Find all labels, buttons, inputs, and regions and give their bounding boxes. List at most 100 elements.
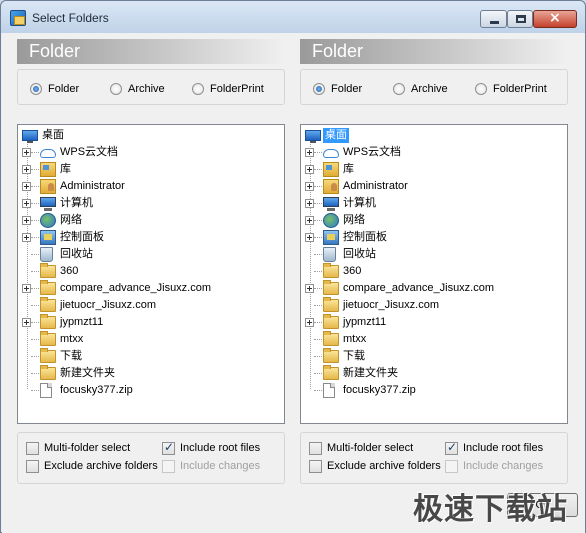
checkbox-icon[interactable] [26, 441, 39, 455]
expand-plus-icon[interactable] [305, 233, 314, 242]
expand-plus-icon[interactable] [22, 199, 31, 208]
expand-plus-icon[interactable] [305, 216, 314, 225]
checkbox-icon[interactable] [309, 441, 322, 455]
tree-item[interactable]: 桌面 [301, 127, 567, 144]
tree-item-label[interactable]: 桌面 [40, 128, 66, 143]
tree-item-label[interactable]: 控制面板 [58, 230, 106, 245]
checkbox-exclude-archive-folders[interactable]: Exclude archive folders [26, 459, 158, 473]
folder-tree[interactable]: 桌面 WPS云文档库 Administrator 计算机 网络 控制面板回收站 360 com… [17, 124, 285, 424]
tree-item-label[interactable]: jypmzt11 [341, 315, 388, 330]
tree-item[interactable]: Administrator [18, 178, 284, 195]
checkbox-exclude-archive-folders[interactable]: Exclude archive folders [309, 459, 441, 473]
checkbox-multi-folder-select[interactable]: Multi-folder select [309, 441, 413, 455]
tree-item[interactable]: 回收站 [18, 246, 284, 263]
radio-button-icon[interactable] [313, 83, 325, 95]
tree-item-label[interactable]: 控制面板 [341, 230, 389, 245]
tree-item-label[interactable]: focusky377.zip [58, 383, 135, 398]
tree-item-label[interactable]: Administrator [58, 179, 127, 194]
tree-item-label[interactable]: 下载 [58, 349, 84, 364]
maximize-button[interactable] [507, 10, 533, 28]
tree-item[interactable]: 下载 [18, 348, 284, 365]
tree-item-label[interactable]: mtxx [58, 332, 85, 347]
checkbox-icon[interactable] [445, 440, 458, 455]
tree-item[interactable]: 控制面板 [301, 229, 567, 246]
tree-item[interactable]: 控制面板 [18, 229, 284, 246]
tree-item-label[interactable]: 库 [341, 162, 356, 177]
expand-plus-icon[interactable] [22, 182, 31, 191]
expand-plus-icon[interactable] [305, 182, 314, 191]
tree-item-label[interactable]: 下载 [341, 349, 367, 364]
tree-item[interactable]: compare_advance_Jisuxz.com [18, 280, 284, 297]
radio-folder[interactable]: Folder [30, 82, 79, 96]
tree-item[interactable]: 回收站 [301, 246, 567, 263]
tree-item-label[interactable]: 库 [58, 162, 73, 177]
tree-item-label[interactable]: compare_advance_Jisuxz.com [58, 281, 213, 296]
expand-plus-icon[interactable] [22, 233, 31, 242]
tree-item-label[interactable]: 新建文件夹 [341, 366, 400, 381]
tree-item-label[interactable]: 桌面 [323, 128, 349, 143]
tree-item[interactable]: 360 [18, 263, 284, 280]
radio-button-icon[interactable] [393, 83, 405, 95]
expand-plus-icon[interactable] [22, 216, 31, 225]
tree-item[interactable]: 库 [18, 161, 284, 178]
radio-button-icon[interactable] [475, 83, 487, 95]
tree-item-label[interactable]: focusky377.zip [341, 383, 418, 398]
tree-item-label[interactable]: WPS云文档 [58, 145, 120, 160]
checkbox-icon[interactable] [26, 459, 39, 473]
tree-item[interactable]: 网络 [18, 212, 284, 229]
expand-plus-icon[interactable] [22, 318, 31, 327]
radio-folderprint[interactable]: FolderPrint [192, 82, 264, 96]
tree-item-label[interactable]: 计算机 [58, 196, 95, 211]
title-bar[interactable]: Select Folders × [1, 1, 585, 33]
expand-plus-icon[interactable] [305, 318, 314, 327]
tree-item[interactable]: 360 [301, 263, 567, 280]
radio-folderprint[interactable]: FolderPrint [475, 82, 547, 96]
tree-item[interactable]: mtxx [301, 331, 567, 348]
tree-item-label[interactable]: WPS云文档 [341, 145, 403, 160]
tree-item[interactable]: 库 [301, 161, 567, 178]
tree-item-label[interactable]: compare_advance_Jisuxz.com [341, 281, 496, 296]
tree-item-label[interactable]: Administrator [341, 179, 410, 194]
tree-item[interactable]: 桌面 [18, 127, 284, 144]
tree-item-label[interactable]: jietuocr_Jisuxz.com [58, 298, 158, 313]
tree-item[interactable]: 新建文件夹 [18, 365, 284, 382]
tree-item-label[interactable]: mtxx [341, 332, 368, 347]
checkbox-icon[interactable] [309, 459, 322, 473]
tree-item[interactable]: focusky377.zip [301, 382, 567, 399]
checkbox-icon[interactable] [162, 440, 175, 455]
expand-plus-icon[interactable] [305, 199, 314, 208]
radio-button-icon[interactable] [110, 83, 122, 95]
radio-button-icon[interactable] [30, 83, 42, 95]
tree-item-label[interactable]: 计算机 [341, 196, 378, 211]
expand-plus-icon[interactable] [22, 148, 31, 157]
tree-item[interactable]: jypmzt11 [18, 314, 284, 331]
tree-item-label[interactable]: 回收站 [58, 247, 95, 262]
checkbox-multi-folder-select[interactable]: Multi-folder select [26, 441, 130, 455]
tree-item[interactable]: focusky377.zip [18, 382, 284, 399]
radio-archive[interactable]: Archive [393, 82, 448, 96]
tree-item[interactable]: 下载 [301, 348, 567, 365]
tree-item[interactable]: mtxx [18, 331, 284, 348]
tree-item[interactable]: 网络 [301, 212, 567, 229]
tree-item[interactable]: compare_advance_Jisuxz.com [301, 280, 567, 297]
checkbox-include-root-files[interactable]: Include root files [162, 440, 260, 455]
expand-plus-icon[interactable] [305, 284, 314, 293]
tree-item-label[interactable]: 回收站 [341, 247, 378, 262]
tree-item[interactable]: jietuocr_Jisuxz.com [18, 297, 284, 314]
expand-plus-icon[interactable] [22, 284, 31, 293]
tree-item[interactable]: Administrator [301, 178, 567, 195]
tree-item-label[interactable]: 360 [58, 264, 80, 279]
expand-plus-icon[interactable] [22, 165, 31, 174]
tree-item-label[interactable]: 网络 [341, 213, 367, 228]
tree-item[interactable]: jietuocr_Jisuxz.com [301, 297, 567, 314]
tree-item-label[interactable]: 360 [341, 264, 363, 279]
radio-folder[interactable]: Folder [313, 82, 362, 96]
tree-item[interactable]: jypmzt11 [301, 314, 567, 331]
tree-item[interactable]: WPS云文档 [18, 144, 284, 161]
close-button[interactable]: × [533, 10, 577, 28]
tree-item-label[interactable]: jietuocr_Jisuxz.com [341, 298, 441, 313]
folder-tree[interactable]: 桌面 WPS云文档库 Administrator 计算机网络控制面板回收站 360 com… [300, 124, 568, 424]
tree-item[interactable]: 计算机 [18, 195, 284, 212]
expand-plus-icon[interactable] [305, 165, 314, 174]
tree-item[interactable]: 计算机 [301, 195, 567, 212]
